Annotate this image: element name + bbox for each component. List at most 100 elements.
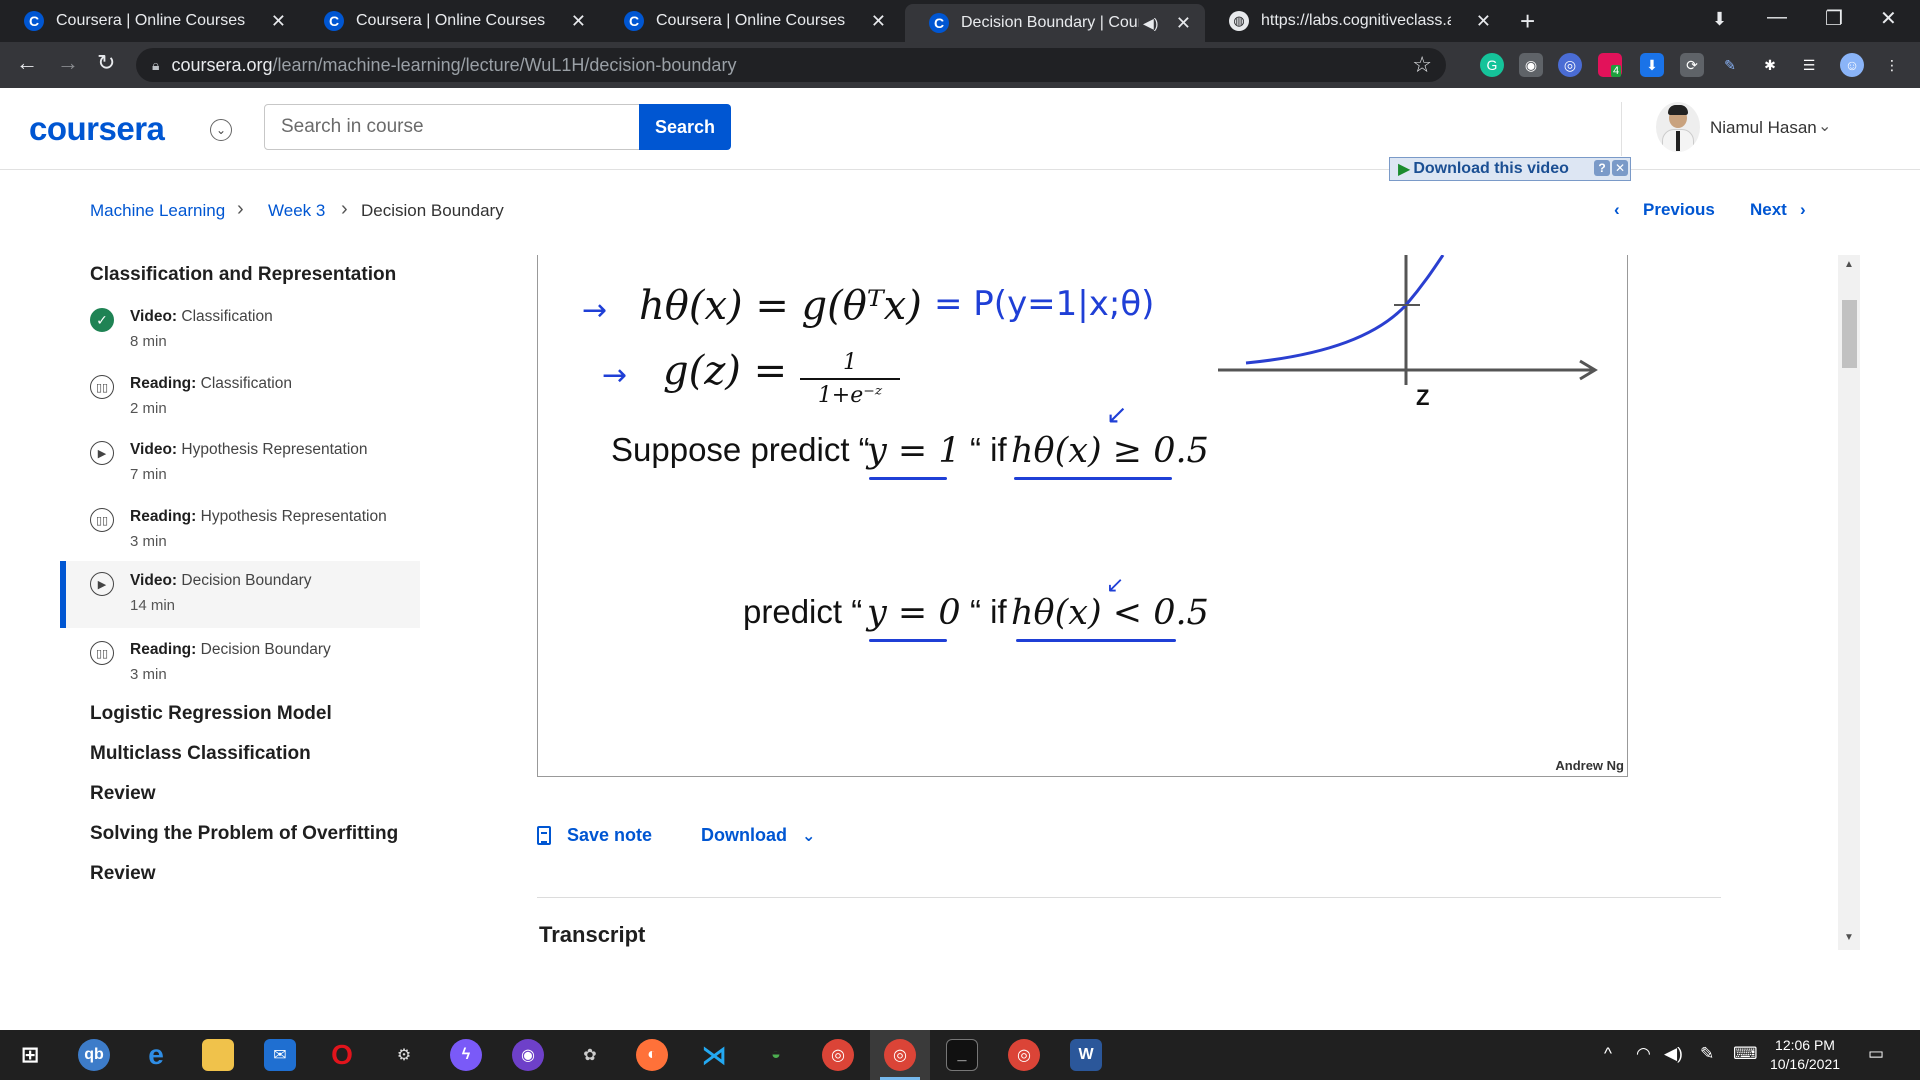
close-tab-icon[interactable]: ✕: [1476, 11, 1491, 32]
vscode-icon[interactable]: ⋊: [698, 1039, 730, 1071]
close-icon[interactable]: ✕: [1612, 160, 1628, 176]
search-input[interactable]: [264, 104, 640, 150]
messenger-icon[interactable]: ϟ: [450, 1039, 482, 1071]
sidebar-item-video-hypothesis[interactable]: ▶ Video: Hypothesis Representation 7 min: [60, 435, 420, 502]
section-review[interactable]: Review: [90, 863, 155, 885]
browser-tab[interactable]: C Coursera | Online Courses & Credential…: [600, 0, 900, 42]
browser-toolbar: ← → ↻ 🔒︎ coursera.org/learn/machine-lear…: [0, 42, 1920, 88]
address-bar[interactable]: 🔒︎ coursera.org/learn/machine-learning/l…: [136, 48, 1446, 82]
firefox-icon[interactable]: ◐: [636, 1039, 668, 1071]
book-icon: ▯▯: [90, 641, 114, 665]
forward-icon[interactable]: →: [57, 50, 79, 76]
tray-chevron-up-icon[interactable]: ^: [1604, 1044, 1612, 1064]
browser-tab[interactable]: ◍ https://labs.cognitiveclass.ai/tools ✕: [1205, 0, 1505, 42]
item-duration: 3 min: [130, 533, 167, 550]
scroll-up-icon[interactable]: ▲: [1844, 259, 1854, 270]
coursera-logo[interactable]: coursera: [29, 110, 165, 148]
avatar[interactable]: [1656, 102, 1700, 152]
section-logistic-regression-model[interactable]: Logistic Regression Model: [90, 703, 332, 725]
grammarly-extension-icon[interactable]: G: [1480, 53, 1504, 77]
pen-icon[interactable]: ✎: [1700, 1044, 1714, 1064]
minimize-icon[interactable]: —: [1767, 6, 1787, 29]
chevron-down-icon[interactable]: ⌄: [210, 119, 232, 141]
section-overfitting[interactable]: Solving the Problem of Overfitting: [90, 823, 398, 845]
camera-extension-icon[interactable]: ◉: [1519, 53, 1543, 77]
close-tab-icon[interactable]: ✕: [571, 11, 586, 32]
windows-start-icon[interactable]: ⊞: [14, 1039, 46, 1071]
close-window-icon[interactable]: ✕: [1880, 6, 1897, 31]
close-tab-icon[interactable]: ✕: [1176, 13, 1191, 34]
extension-icon[interactable]: ◎: [1558, 53, 1582, 77]
puzzle-extensions-icon[interactable]: ✱: [1758, 53, 1782, 77]
extension-icon[interactable]: ⟳: [1680, 53, 1704, 77]
app-icon[interactable]: ◒: [760, 1039, 792, 1071]
next-chevron-icon[interactable]: ›: [1800, 200, 1806, 220]
app-icon[interactable]: ⚙: [388, 1039, 420, 1071]
profile-avatar-icon[interactable]: ☺: [1840, 53, 1864, 77]
quickbooks-icon[interactable]: qb: [78, 1039, 110, 1071]
browser-menu-icon[interactable]: ⋮: [1880, 53, 1904, 77]
tab-search-icon[interactable]: ⬇: [1712, 9, 1727, 30]
notifications-icon[interactable]: ▭: [1868, 1044, 1884, 1064]
system-clock[interactable]: 12:06 PM 10/16/2021: [1760, 1036, 1850, 1074]
chrome-icon[interactable]: ◎: [1008, 1039, 1040, 1071]
user-name[interactable]: Niamul Hasan: [1710, 118, 1817, 138]
app-icon[interactable]: ✿: [574, 1039, 606, 1071]
save-note-button[interactable]: Save note: [537, 825, 652, 846]
item-type: Video:: [130, 308, 178, 325]
download-dropdown[interactable]: Download ⌄: [701, 825, 815, 846]
breadcrumb-week[interactable]: Week 3: [268, 201, 325, 221]
extension-badge-icon[interactable]: 4: [1598, 53, 1622, 77]
opera-icon[interactable]: O: [326, 1039, 358, 1071]
previous-chevron-icon[interactable]: ‹: [1614, 200, 1620, 220]
chevron-down-icon[interactable]: ⌄: [1818, 116, 1831, 136]
underline-annotation: [869, 639, 947, 642]
sidebar-item-video-classification[interactable]: ✓ Video: Classification 8 min: [60, 302, 420, 369]
next-button[interactable]: Next: [1750, 200, 1787, 220]
browser-tab-active[interactable]: C Decision Boundary | Coursera ◀) ✕: [905, 4, 1205, 42]
volume-icon[interactable]: ◀): [1664, 1044, 1683, 1064]
new-tab-icon[interactable]: +: [1520, 6, 1535, 37]
download-video-bar[interactable]: ▶ Download this video ? ✕: [1389, 157, 1631, 181]
section-review[interactable]: Review: [90, 783, 155, 805]
browser-tab[interactable]: C Coursera | Online Courses & Credential…: [0, 0, 300, 42]
back-icon[interactable]: ←: [16, 50, 38, 76]
chrome-icon[interactable]: ◎: [822, 1039, 854, 1071]
edge-icon[interactable]: e: [140, 1039, 172, 1071]
word-icon[interactable]: W: [1070, 1039, 1102, 1071]
extension-badge: 4: [1610, 65, 1622, 77]
help-icon[interactable]: ?: [1594, 160, 1610, 176]
reading-list-icon[interactable]: ☰: [1797, 53, 1821, 77]
section-multiclass-classification[interactable]: Multiclass Classification: [90, 743, 311, 765]
download-extension-icon[interactable]: ⬇: [1640, 53, 1664, 77]
scrollbar-thumb[interactable]: [1842, 300, 1857, 368]
github-icon[interactable]: ◉: [512, 1039, 544, 1071]
search-button[interactable]: Search: [639, 104, 731, 150]
video-player[interactable]: → hθ(x) = g(θᵀx) = P(y=1|x;θ) → g(z) = 1…: [537, 255, 1628, 777]
reload-icon[interactable]: ↻: [97, 50, 115, 76]
chrome-icon[interactable]: ◎: [884, 1039, 916, 1071]
keyboard-icon[interactable]: ⌨: [1733, 1044, 1758, 1064]
pen-extension-icon[interactable]: ✎: [1718, 53, 1742, 77]
sidebar-item-reading-classification[interactable]: ▯▯ Reading: Classification 2 min: [60, 369, 420, 436]
speaker-icon[interactable]: ◀): [1143, 15, 1158, 32]
sidebar-item-reading-hypothesis[interactable]: ▯▯ Reading: Hypothesis Representation 3 …: [60, 502, 420, 569]
file-explorer-icon[interactable]: [202, 1039, 234, 1071]
section-title[interactable]: Classification and Representation: [90, 264, 396, 286]
breadcrumb-course[interactable]: Machine Learning: [90, 201, 225, 221]
previous-button[interactable]: Previous: [1643, 200, 1715, 220]
close-tab-icon[interactable]: ✕: [871, 11, 886, 32]
scroll-down-icon[interactable]: ▼: [1844, 932, 1854, 943]
bookmark-star-icon[interactable]: ☆: [1412, 52, 1432, 78]
browser-tab[interactable]: C Coursera | Online Courses & Credential…: [300, 0, 600, 42]
sidebar-item-reading-decision-boundary[interactable]: ▯▯ Reading: Decision Boundary 3 min: [60, 635, 420, 702]
fraction-denominator: 1+e⁻ᶻ: [817, 383, 883, 408]
mail-icon[interactable]: ✉: [264, 1039, 296, 1071]
wifi-icon[interactable]: ◠: [1636, 1044, 1651, 1064]
restore-icon[interactable]: ❐: [1825, 6, 1843, 31]
tab-title: Coursera | Online Courses & Credentials: [356, 12, 546, 29]
page-scrollbar[interactable]: ▲ ▼: [1838, 255, 1860, 950]
terminal-icon[interactable]: _: [946, 1039, 978, 1071]
close-tab-icon[interactable]: ✕: [271, 11, 286, 32]
sidebar-item-video-decision-boundary[interactable]: ▶ Video: Decision Boundary 14 min: [60, 561, 420, 628]
